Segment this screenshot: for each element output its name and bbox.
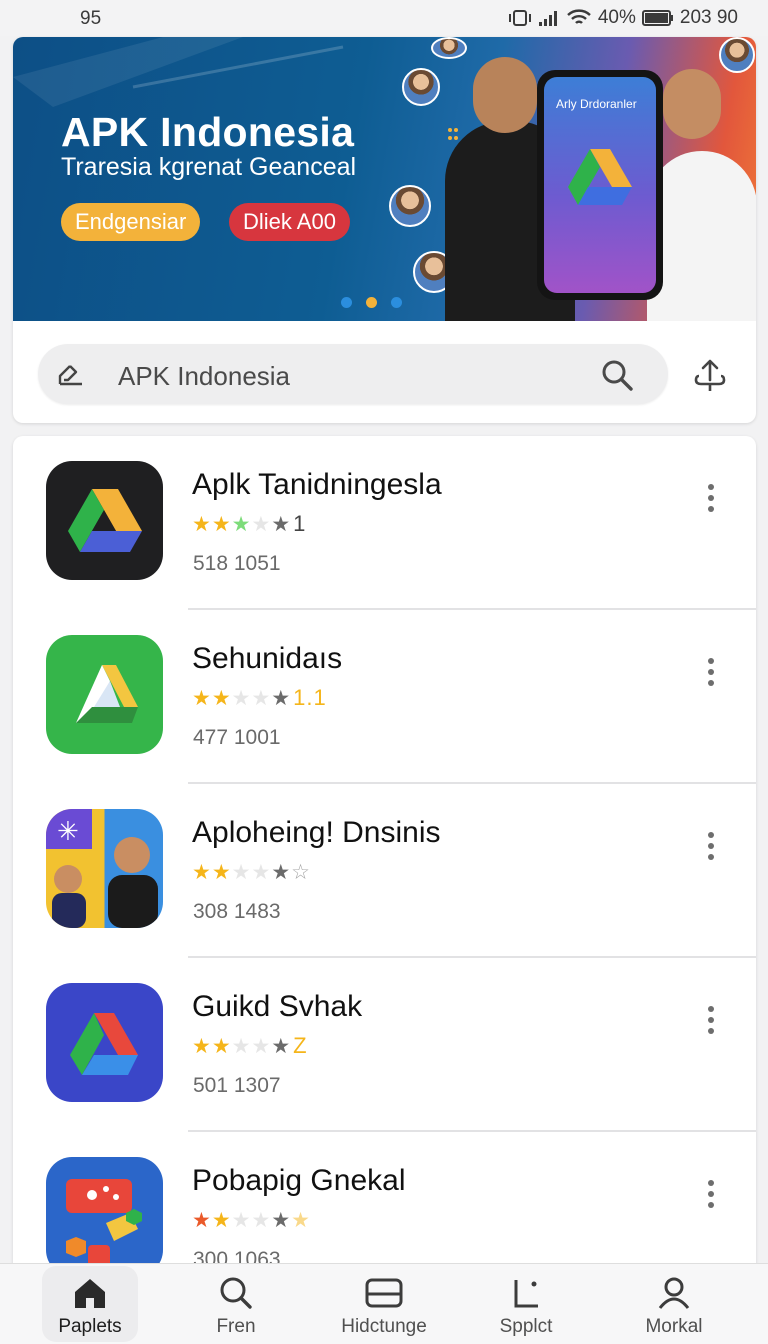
list-item[interactable]: ✳ Aploheing! Dnsinis ★★★★★☆ 308 1483 [13, 784, 756, 958]
list-item[interactable]: Sehunidaıs ★★★★★1.1 477 1001 [13, 610, 756, 784]
avatar [431, 37, 467, 59]
carousel-indicator[interactable] [341, 297, 402, 308]
app-list: Aplk Tanidningesla ★★★★★1 518 1051 Sehun… [13, 436, 756, 1266]
list-item[interactable]: Guikd Svhak ★★★★★Z 501 1307 [13, 958, 756, 1132]
header-card: Arly Drdoranler APK Indonesia Traresia k… [13, 37, 756, 423]
drive-dark-icon[interactable] [46, 461, 163, 580]
drive-blue-icon[interactable] [46, 983, 163, 1102]
carousel-dot-active[interactable] [366, 297, 377, 308]
phone-screen-title: Arly Drdoranler [556, 97, 637, 111]
search-icon [220, 1277, 252, 1309]
banner-subtitle: Traresia kgrenat Geanceal [61, 153, 357, 181]
status-bar: 95 40% 203 90 [0, 0, 768, 36]
rating-stars: ★★★★★★ [192, 1209, 311, 1232]
list-item[interactable]: Aplk Tanidningesla ★★★★★1 518 1051 [13, 436, 756, 610]
rating-text: 1.1 [293, 685, 327, 710]
rating-stars: ★★★★★Z [192, 1033, 308, 1058]
status-icons: 40% 203 90 [508, 7, 738, 29]
app-name[interactable]: Guikd Svhak [192, 990, 362, 1024]
banner-title: APK Indonesia [61, 109, 355, 155]
banner-secondary-button[interactable]: Dliek A00 [229, 203, 350, 241]
rating-stars: ★★★★★1 [192, 511, 307, 536]
promo-banner[interactable]: Arly Drdoranler APK Indonesia Traresia k… [13, 37, 756, 321]
home-icon [75, 1279, 105, 1308]
nav-label: Hidctunge [341, 1316, 427, 1337]
nav-label: Paplets [58, 1316, 122, 1337]
download-count: 501 1307 [193, 1074, 281, 1097]
bottom-navigation: Paplets Fren Hidctunge Spplct Morkal [0, 1263, 768, 1344]
rating-text: Z [293, 1033, 308, 1058]
game-pieces-icon[interactable] [46, 1157, 163, 1266]
nav-label: Morkal [645, 1316, 703, 1337]
list-item[interactable]: Pobapig Gnekal ★★★★★★ 300 1063 [13, 1132, 756, 1266]
vibrate-icon [508, 10, 531, 26]
download-count: 518 1051 [193, 552, 281, 575]
carousel-dot[interactable] [341, 297, 352, 308]
more-options-icon[interactable] [703, 484, 719, 518]
rating-stars: ★★★★★☆ [192, 861, 311, 884]
nav-item-search[interactable]: Fren [166, 1264, 306, 1344]
signal-icon [538, 11, 557, 26]
edit-icon[interactable] [56, 360, 86, 388]
wifi-icon [567, 9, 591, 24]
nav-item-home[interactable]: Paplets [20, 1264, 160, 1344]
nav-item-stats[interactable]: Spplct [456, 1264, 596, 1344]
inbox-icon [365, 1278, 403, 1308]
profile-icon [658, 1277, 690, 1309]
download-icon[interactable] [693, 358, 727, 394]
person-face [473, 57, 537, 133]
app-name[interactable]: Pobapig Gnekal [192, 1164, 406, 1198]
svg-text:✳: ✳ [57, 817, 79, 847]
more-options-icon[interactable] [703, 658, 719, 692]
person-figure [647, 151, 756, 321]
people-photo-icon[interactable]: ✳ [46, 809, 163, 928]
drive-green-icon[interactable] [46, 635, 163, 754]
avatar [719, 37, 755, 73]
download-count: 308 1483 [193, 900, 281, 923]
nav-item-inbox[interactable]: Hidctunge [314, 1264, 454, 1344]
more-options-icon[interactable] [703, 1180, 719, 1214]
app-name[interactable]: Aplk Tanidningesla [192, 468, 442, 502]
phone-screen: Arly Drdoranler [544, 77, 656, 293]
avatar [402, 68, 440, 106]
rating-stars: ★★★★★1.1 [192, 685, 327, 710]
carousel-dot[interactable] [391, 297, 402, 308]
drive-logo-icon [568, 149, 632, 205]
more-options-icon[interactable] [703, 832, 719, 866]
search-bar[interactable]: APK Indonesia [38, 344, 668, 404]
nav-label: Fren [216, 1316, 256, 1337]
search-input[interactable]: APK Indonesia [118, 361, 290, 392]
person-face [663, 69, 721, 139]
search-icon[interactable] [600, 358, 634, 392]
rating-text: 1 [293, 511, 307, 536]
battery-percent: 40% [597, 7, 636, 28]
status-clock: 203 90 [679, 7, 738, 28]
nav-item-profile[interactable]: Morkal [604, 1264, 744, 1344]
download-count: 477 1001 [193, 726, 281, 749]
banner-primary-button[interactable]: Endgensiar [61, 203, 201, 241]
avatar [389, 185, 431, 227]
more-options-icon[interactable] [703, 1006, 719, 1040]
status-time: 95 [80, 8, 102, 29]
battery-icon [641, 10, 673, 26]
app-name[interactable]: Aploheing! Dnsinis [192, 816, 440, 850]
chart-corner-icon [514, 1280, 538, 1308]
app-name[interactable]: Sehunidaıs [192, 642, 342, 676]
phone-mockup: Arly Drdoranler [537, 70, 663, 300]
nav-label: Spplct [499, 1316, 553, 1337]
